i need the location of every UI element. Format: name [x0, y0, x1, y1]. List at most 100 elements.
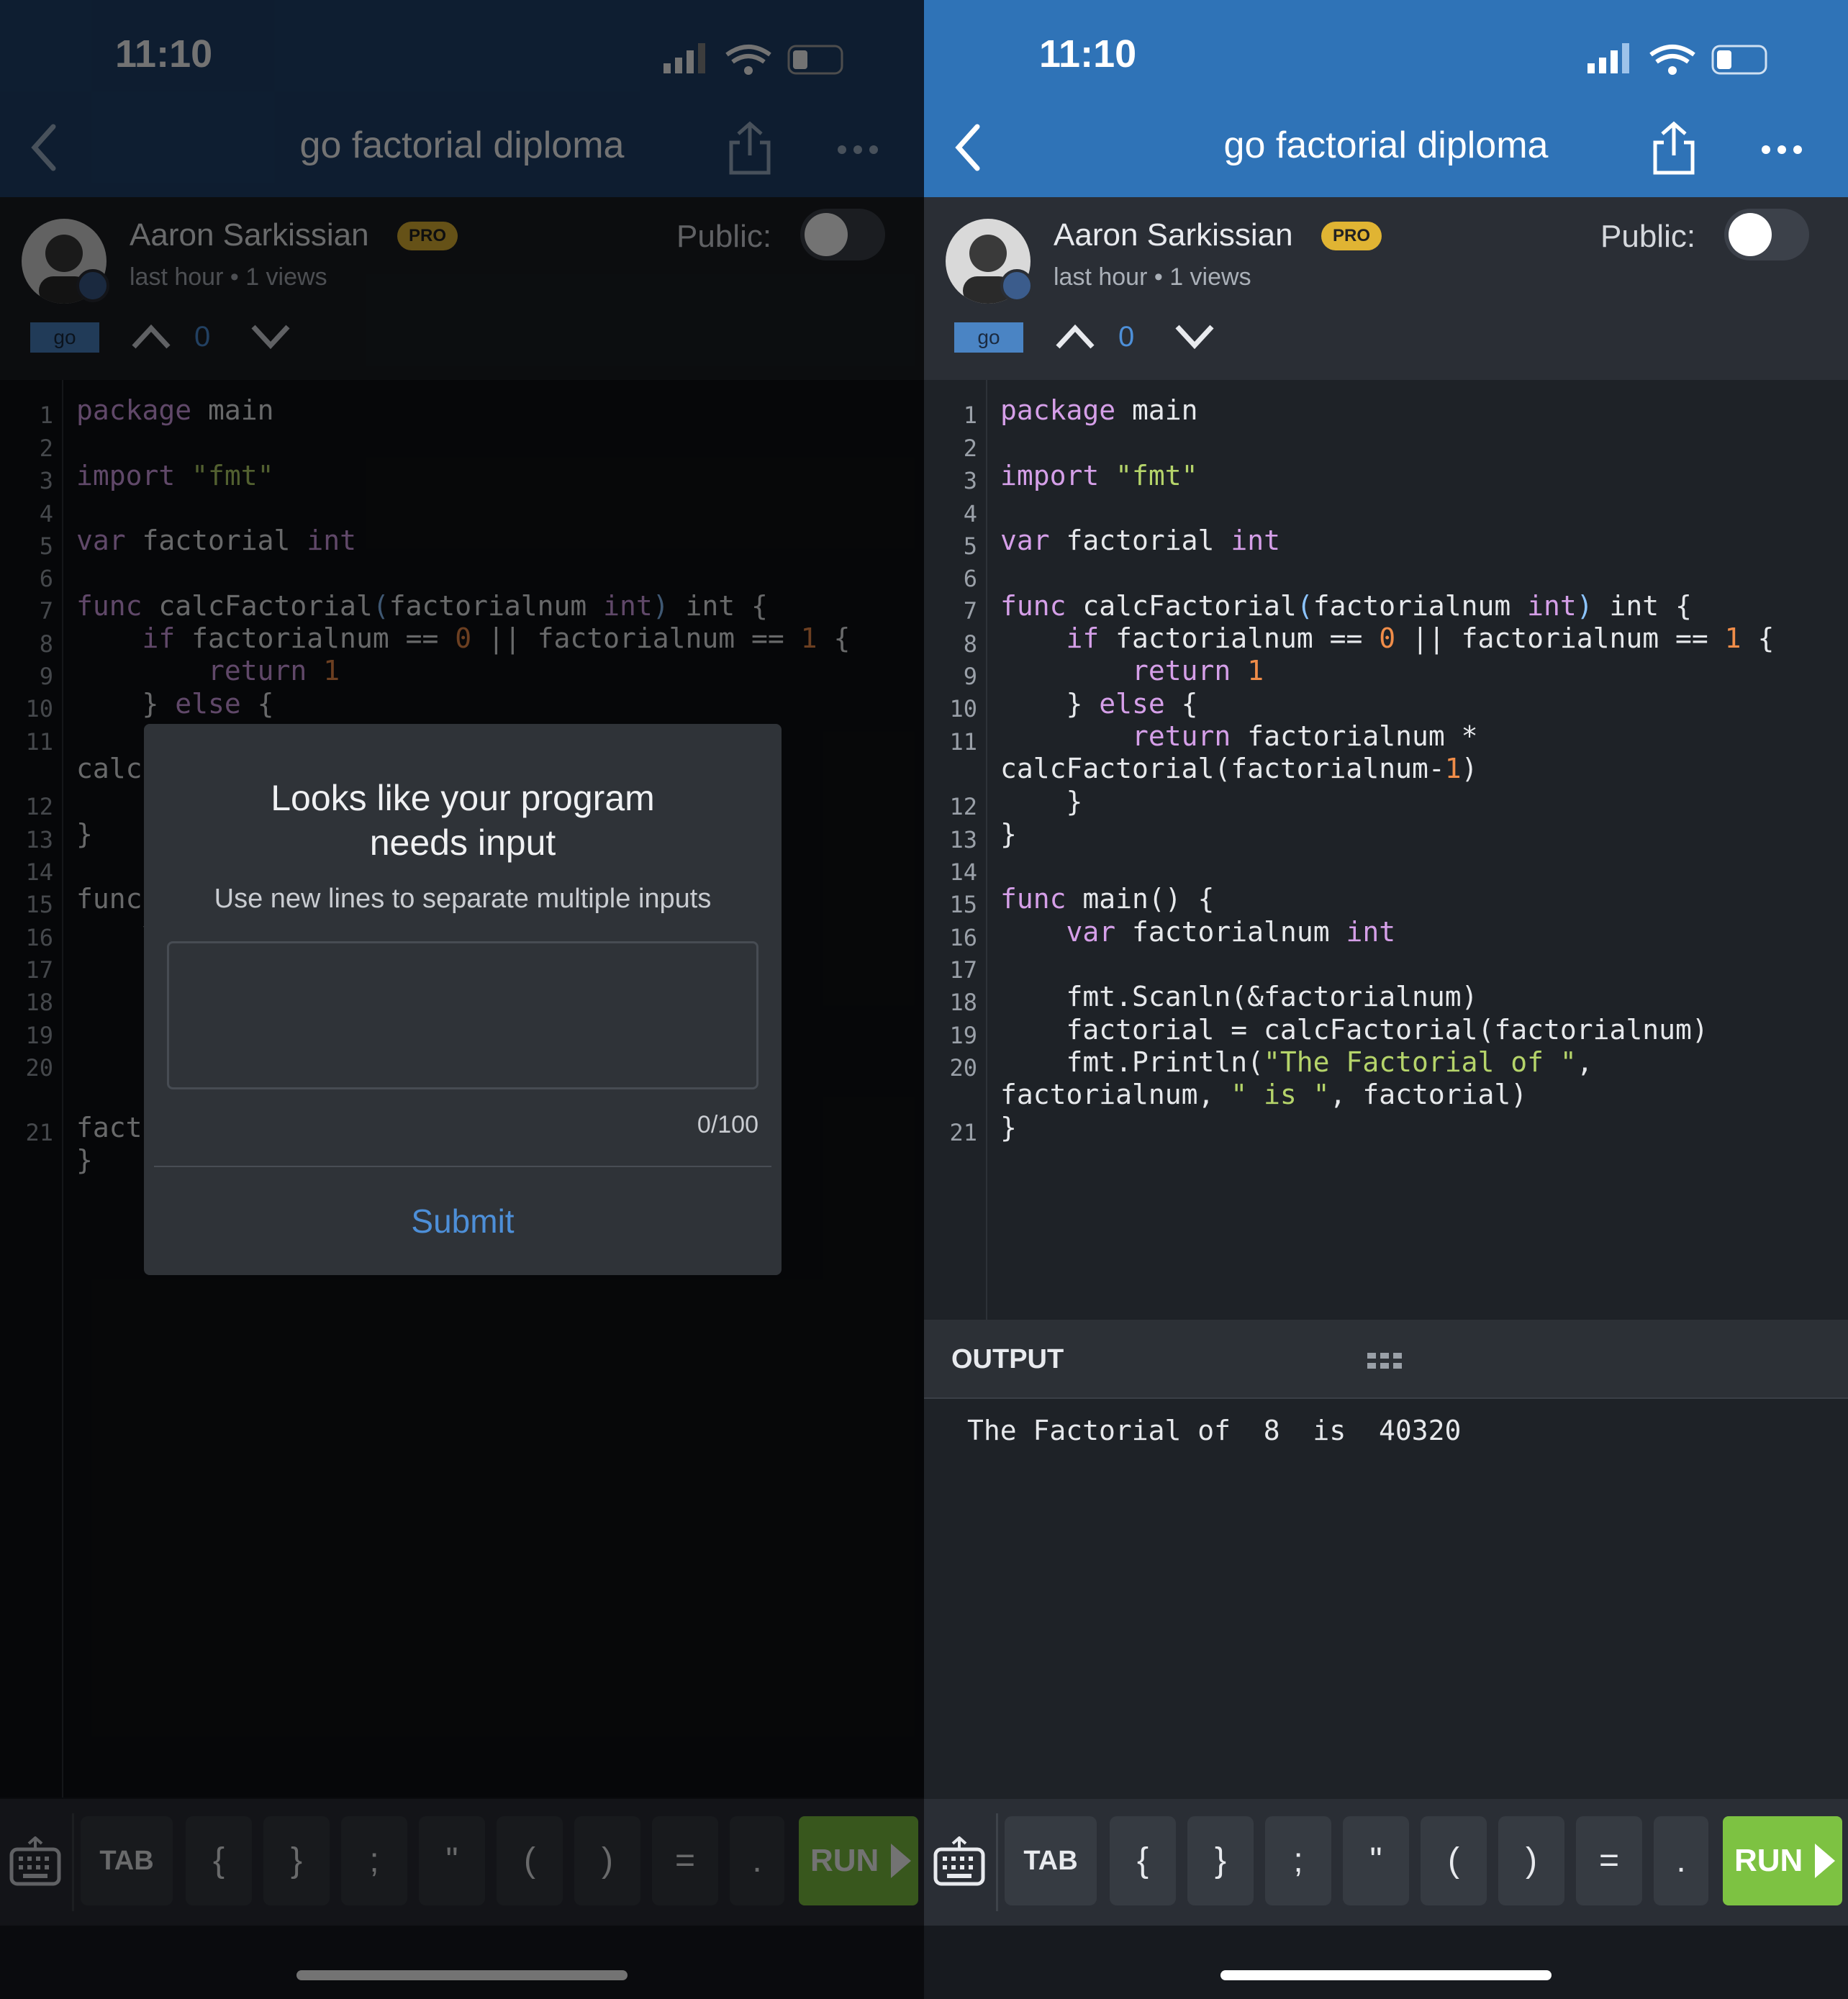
divider [154, 1166, 771, 1167]
share-icon[interactable] [1651, 121, 1697, 176]
upvote-icon[interactable] [130, 318, 173, 354]
line-number: 20 [949, 1054, 977, 1082]
line-number: 20 [25, 1054, 53, 1082]
line-number: 6 [963, 565, 977, 592]
language-badge: go [954, 322, 1023, 353]
key-semicolon[interactable]: ; [1265, 1816, 1331, 1905]
line-number: 3 [39, 467, 53, 494]
public-toggle[interactable] [1724, 209, 1809, 260]
line-gutter: 1 2 3 4 5 6 7 8 9 10 11 12 13 14 15 16 1… [0, 380, 63, 1798]
output-title: OUTPUT [951, 1344, 1064, 1374]
line-number: 18 [949, 989, 977, 1016]
run-label: RUN [1734, 1843, 1803, 1878]
program-input-field[interactable] [167, 941, 758, 1089]
home-indicator[interactable] [296, 1970, 628, 1980]
line-number: 15 [949, 891, 977, 918]
line-number: 10 [25, 695, 53, 722]
run-label: RUN [810, 1843, 879, 1878]
tab-key[interactable]: TAB [1005, 1816, 1097, 1905]
keyboard-accessory-bar: TAB { } ; " ( ) = . RUN [0, 1799, 924, 1926]
line-number: 21 [25, 1119, 53, 1146]
line-number: 13 [25, 826, 53, 853]
keyboard-icon[interactable] [9, 1836, 63, 1891]
downvote-icon[interactable] [249, 318, 292, 354]
page-title: go factorial diploma [1223, 124, 1549, 166]
key-equals[interactable]: = [652, 1816, 718, 1905]
status-time: 11:10 [1039, 32, 1137, 76]
key-open-brace[interactable]: { [1110, 1816, 1176, 1905]
code-editor[interactable]: 1 2 3 4 5 6 7 8 9 10 11 12 13 14 15 16 1… [924, 380, 1848, 1320]
toggle-knob [1729, 213, 1772, 256]
dialog-subtitle: Use new lines to separate multiple input… [214, 884, 712, 914]
key-quote[interactable]: " [419, 1816, 485, 1905]
star-badge-icon [76, 269, 109, 302]
line-number: 2 [39, 435, 53, 462]
more-icon[interactable] [1760, 144, 1803, 155]
drag-handle-icon[interactable] [1367, 1353, 1405, 1370]
line-number: 8 [963, 630, 977, 658]
divider [72, 1813, 74, 1911]
post-header: Aaron Sarkissian PRO last hour • 1 views… [0, 197, 924, 380]
key-close-paren[interactable]: ) [1498, 1816, 1564, 1905]
home-indicator[interactable] [1220, 1970, 1552, 1980]
author-name[interactable]: Aaron Sarkissian [1054, 217, 1293, 253]
line-number: 9 [39, 663, 53, 690]
tab-key[interactable]: TAB [81, 1816, 173, 1905]
code-text[interactable]: package main import "fmt" var factorial … [1000, 394, 1774, 1144]
divider [996, 1813, 998, 1911]
back-icon[interactable] [950, 122, 993, 173]
key-close-brace[interactable]: } [263, 1816, 330, 1905]
line-gutter: 1 2 3 4 5 6 7 8 9 10 11 12 13 14 15 16 1… [924, 380, 987, 1320]
submit-button[interactable]: Submit [144, 1202, 782, 1241]
share-icon[interactable] [727, 121, 773, 176]
bottom-safe-area [0, 1926, 924, 1999]
key-open-paren[interactable]: ( [1421, 1816, 1487, 1905]
dialog-title-line1: Looks like your program [271, 778, 655, 818]
input-dialog: Looks like your program needs input Use … [144, 724, 782, 1275]
language-badge: go [30, 322, 99, 353]
keyboard-icon[interactable] [933, 1836, 987, 1891]
page-title: go factorial diploma [299, 124, 625, 166]
key-close-paren[interactable]: ) [574, 1816, 640, 1905]
run-button[interactable]: RUN [1723, 1816, 1842, 1905]
line-number: 10 [949, 695, 977, 722]
key-quote[interactable]: " [1343, 1816, 1409, 1905]
public-toggle[interactable] [800, 209, 885, 260]
toggle-knob [805, 213, 848, 256]
line-number: 14 [949, 858, 977, 886]
key-dot[interactable]: . [1654, 1816, 1708, 1905]
key-close-brace[interactable]: } [1187, 1816, 1254, 1905]
line-number: 14 [25, 858, 53, 886]
vote-count: 0 [1118, 321, 1135, 353]
line-number: 4 [963, 500, 977, 527]
back-icon[interactable] [26, 122, 69, 173]
line-number: 17 [25, 956, 53, 984]
left-screen: 11:10 go factorial diploma Aaron Sarkiss… [0, 0, 924, 1999]
key-semicolon[interactable]: ; [341, 1816, 407, 1905]
line-number: 5 [963, 532, 977, 560]
key-equals[interactable]: = [1576, 1816, 1642, 1905]
line-number: 12 [25, 793, 53, 820]
line-number: 6 [39, 565, 53, 592]
line-number: 1 [963, 402, 977, 429]
author-name[interactable]: Aaron Sarkissian [130, 217, 369, 253]
downvote-icon[interactable] [1173, 318, 1216, 354]
output-text: The Factorial of 8 is 40320 [967, 1415, 1462, 1446]
pro-badge: PRO [1321, 222, 1382, 250]
keyboard-accessory-bar: TAB { } ; " ( ) = . RUN [924, 1799, 1848, 1926]
status-icons [663, 43, 843, 75]
line-number: 18 [25, 989, 53, 1016]
upvote-icon[interactable] [1054, 318, 1097, 354]
key-open-brace[interactable]: { [186, 1816, 252, 1905]
more-icon[interactable] [836, 144, 879, 155]
star-badge-icon [1000, 269, 1033, 302]
vote-count: 0 [194, 321, 211, 353]
key-dot[interactable]: . [730, 1816, 784, 1905]
key-open-paren[interactable]: ( [497, 1816, 563, 1905]
line-number: 1 [39, 402, 53, 429]
line-number: 13 [949, 826, 977, 853]
run-button[interactable]: RUN [799, 1816, 918, 1905]
play-icon [1815, 1844, 1835, 1878]
line-number: 5 [39, 532, 53, 560]
status-icons [1587, 43, 1767, 75]
